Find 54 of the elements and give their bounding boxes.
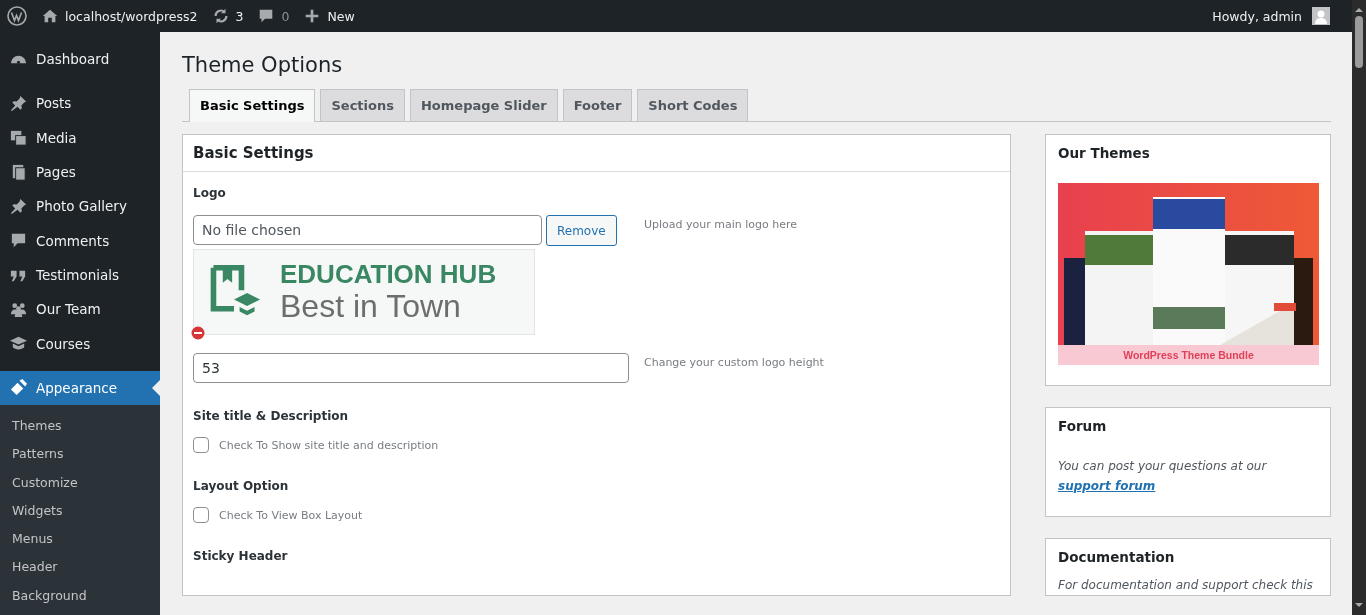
submenu-item[interactable]: Menus bbox=[0, 525, 160, 554]
menu-item[interactable]: Courses bbox=[0, 326, 160, 361]
menu-item[interactable]: Testimonials bbox=[0, 257, 160, 293]
support-forum-link[interactable]: support forum bbox=[1058, 479, 1156, 493]
menu-item[interactable]: Media bbox=[0, 120, 160, 155]
updates-count: 3 bbox=[235, 8, 244, 24]
menu-item[interactable]: Appearance bbox=[0, 370, 160, 405]
menu-item[interactable]: Dashboard bbox=[0, 42, 160, 77]
checkbox-label: Check To Show site title and description bbox=[219, 438, 439, 452]
menu-item[interactable]: Photo Gallery bbox=[0, 189, 160, 224]
submenu-item[interactable]: Header bbox=[0, 553, 160, 582]
comments-link[interactable]: 0 bbox=[257, 7, 290, 25]
checkbox-label: Check To View Box Layout bbox=[219, 508, 363, 522]
site-link[interactable]: localhost/wordpress2 bbox=[41, 7, 198, 25]
field-label: Layout Option bbox=[193, 479, 290, 493]
tab[interactable]: Homepage Slider bbox=[409, 89, 558, 121]
new-link[interactable]: New bbox=[303, 7, 355, 25]
tab[interactable]: Short Codes bbox=[637, 89, 749, 121]
menu-item[interactable]: Our Team bbox=[0, 292, 160, 327]
comments-count: 0 bbox=[281, 8, 290, 24]
logo-title: EDUCATION HUB bbox=[280, 260, 497, 289]
widget-text: For documentation and support check this bbox=[1058, 577, 1314, 594]
account-link[interactable]: Howdy, admin bbox=[1212, 7, 1330, 25]
field-hint: Upload your main logo here bbox=[644, 217, 798, 233]
menu-item[interactable]: Comments bbox=[0, 223, 160, 258]
widget-title: Forum bbox=[1058, 418, 1108, 434]
greeting: Howdy, admin bbox=[1212, 8, 1302, 24]
submenu-item[interactable]: Patterns bbox=[0, 440, 160, 469]
banner-caption: WordPress Theme Bundle bbox=[1058, 345, 1319, 365]
widget-title: Documentation bbox=[1058, 549, 1176, 565]
tab[interactable]: Sections bbox=[320, 89, 405, 121]
menu-item[interactable]: Posts bbox=[0, 86, 160, 121]
tab[interactable]: Footer bbox=[562, 89, 633, 121]
field-label: Logo bbox=[193, 186, 227, 200]
field-label: Site title & Description bbox=[193, 409, 350, 423]
file-field[interactable]: No file chosen bbox=[193, 215, 542, 245]
site-name: localhost/wordpress2 bbox=[65, 8, 198, 24]
tab[interactable]: Basic Settings bbox=[189, 89, 316, 122]
field-hint: Change your custom logo height bbox=[644, 355, 824, 371]
field-label: Sticky Header bbox=[193, 549, 289, 563]
logo-height-field[interactable]: 53 bbox=[193, 353, 629, 383]
menu-item[interactable]: Pages bbox=[0, 154, 160, 190]
submenu-item[interactable]: Customize bbox=[0, 468, 160, 497]
widget-text: You can post your questions at our support forum bbox=[1058, 458, 1268, 495]
submenu-item[interactable]: Widgets bbox=[0, 496, 160, 526]
widget-title: Our Themes bbox=[1058, 145, 1151, 161]
remove-button[interactable]: Remove bbox=[546, 215, 617, 246]
submenu-item[interactable]: Background bbox=[0, 581, 160, 611]
panel-title: Basic Settings bbox=[183, 135, 1010, 172]
submenu-item[interactable]: Themes bbox=[0, 411, 160, 441]
logo-tagline: Best in Town bbox=[280, 288, 462, 324]
updates-link[interactable]: 3 bbox=[211, 7, 244, 25]
page-title: Theme Options bbox=[182, 53, 344, 77]
new-label: New bbox=[327, 8, 355, 24]
